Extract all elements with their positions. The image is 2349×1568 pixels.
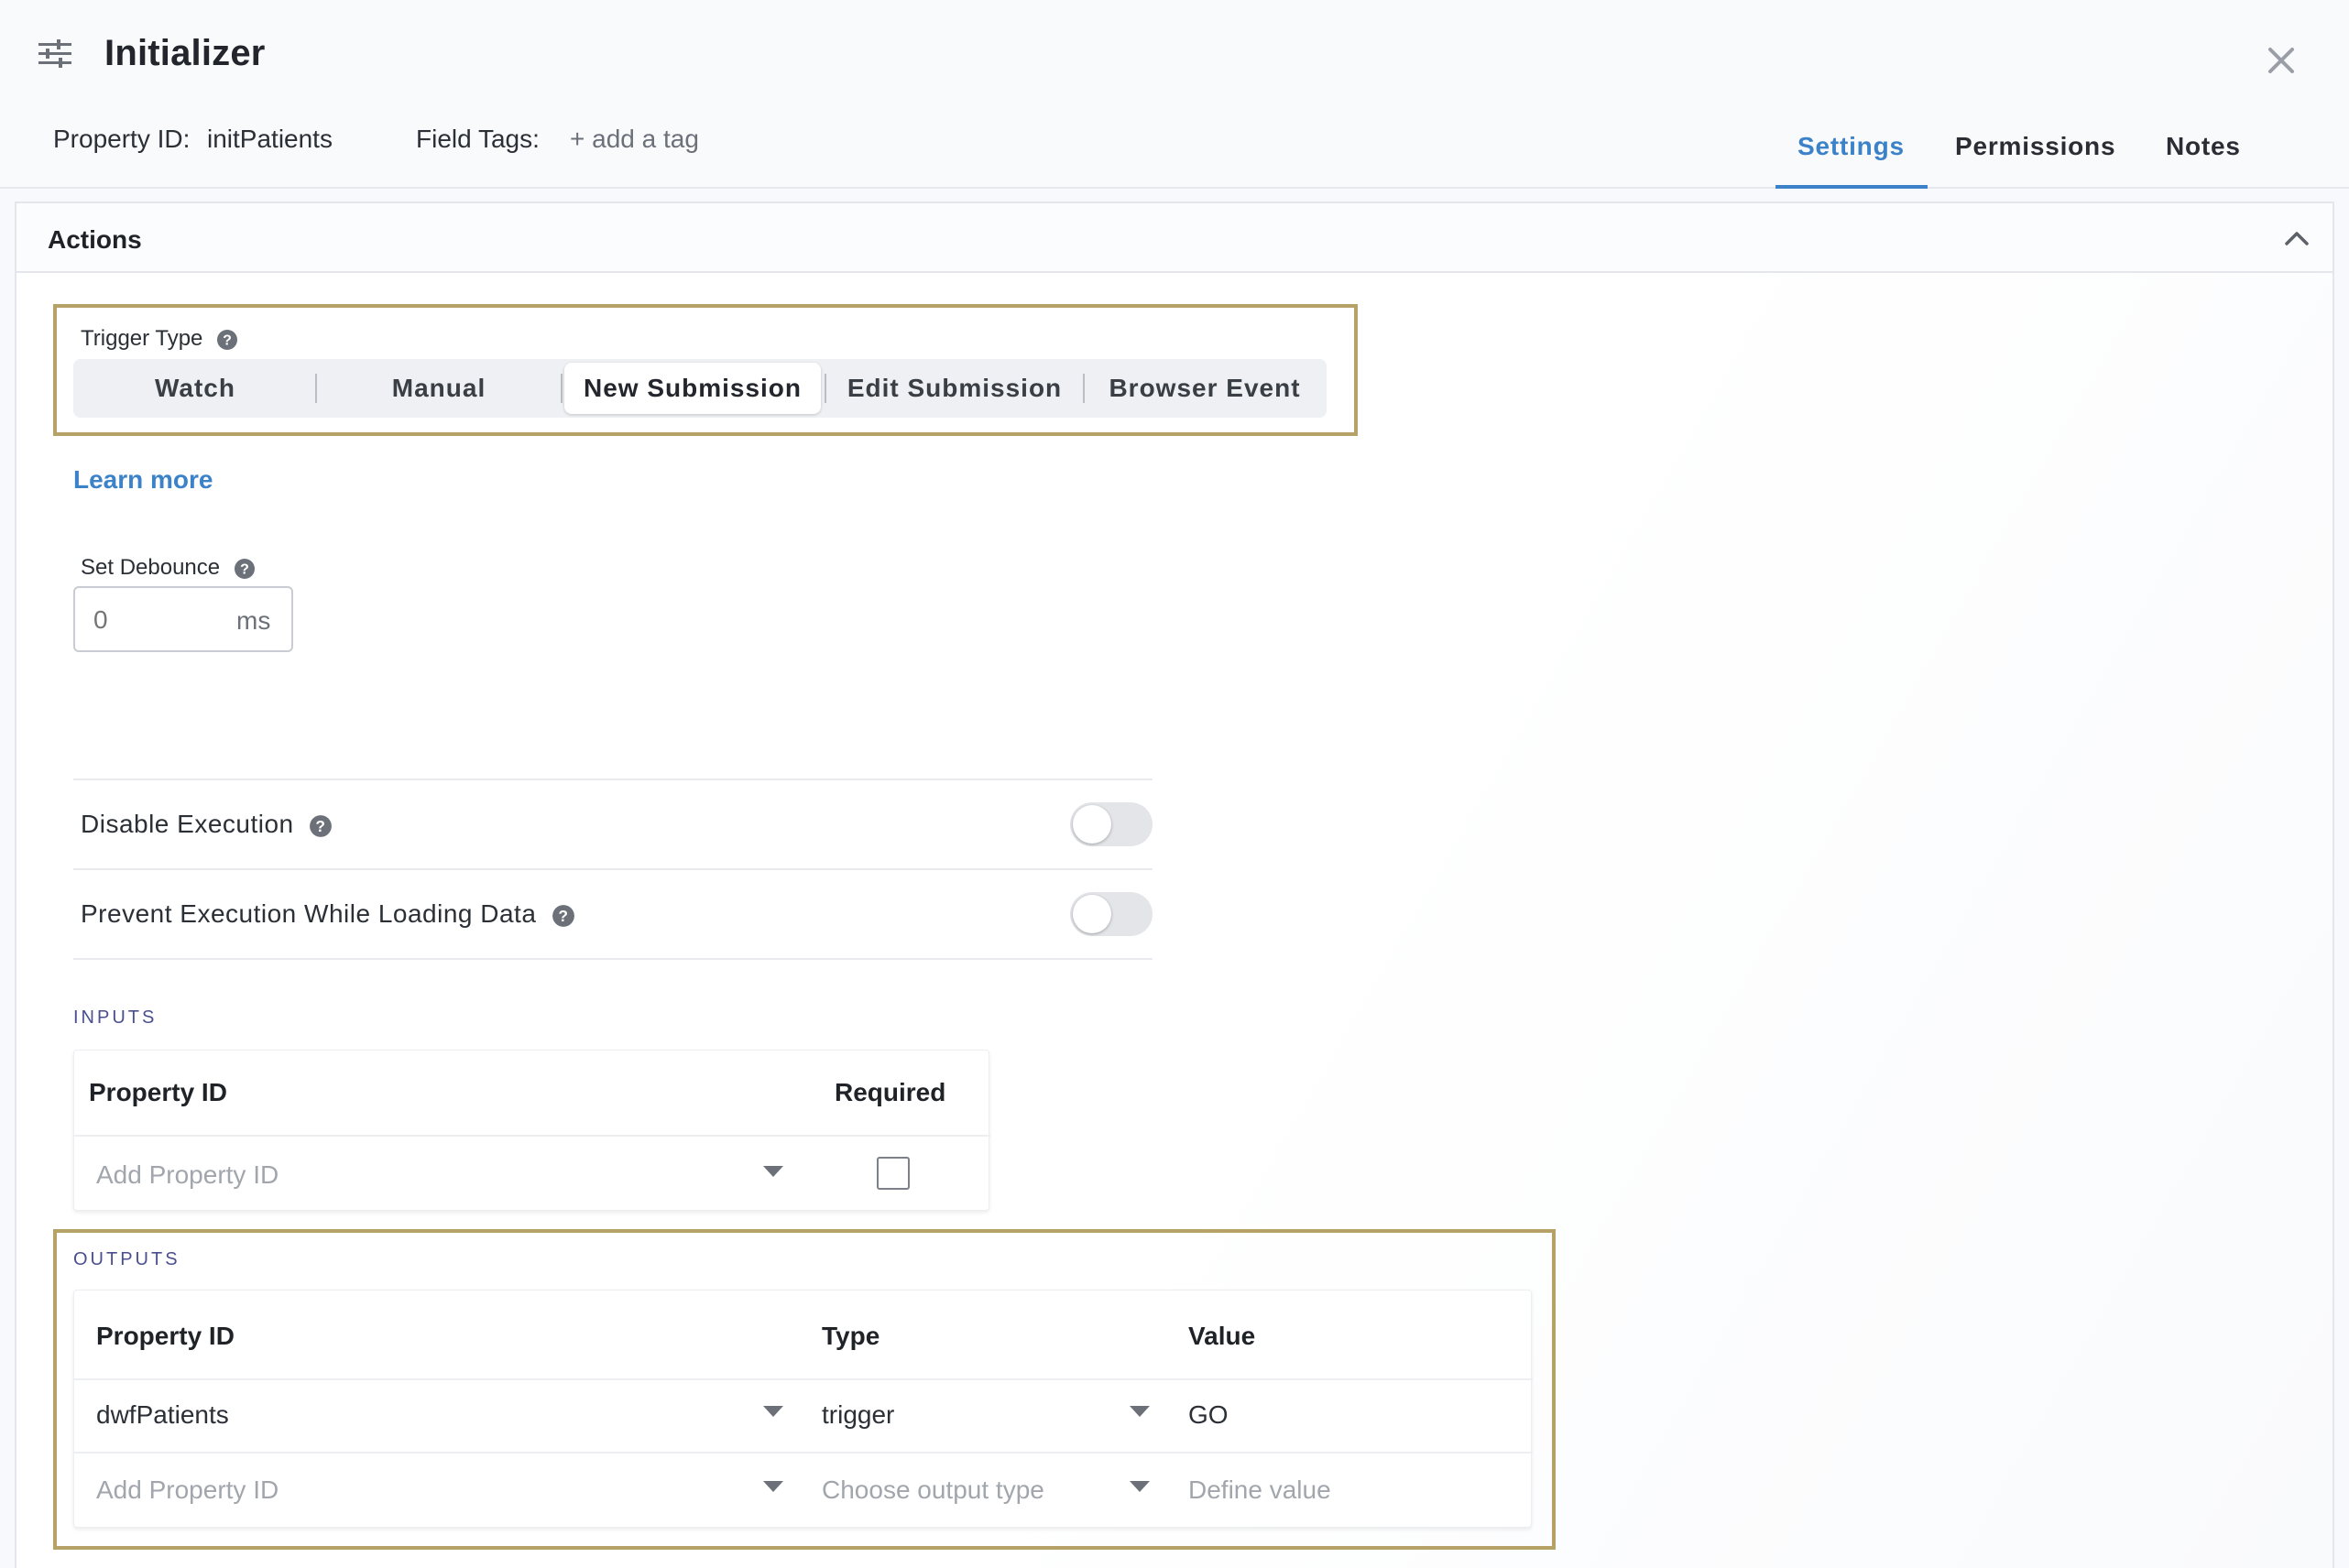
trigger-option-watch[interactable]: Watch: [77, 363, 313, 414]
disable-execution-label: Disable Execution ?: [81, 810, 333, 839]
trigger-option-manual[interactable]: Manual: [319, 363, 559, 414]
output-value-field[interactable]: GO: [1188, 1400, 1229, 1430]
inputs-table: Property ID Required Add Property ID: [73, 1050, 990, 1211]
inputs-col-required: Required: [835, 1078, 946, 1106]
page-title: Initializer: [104, 33, 266, 73]
sliders-menu-icon[interactable]: [37, 38, 73, 70]
outputs-col-type: Type: [822, 1322, 880, 1350]
set-debounce-label: Set Debounce ?: [81, 555, 256, 581]
divider: [73, 868, 1153, 870]
caret-down-icon[interactable]: [763, 1406, 783, 1417]
add-tag-link[interactable]: + add a tag: [570, 125, 699, 154]
help-circle-icon[interactable]: ?: [216, 329, 238, 351]
outputs-section-label: OUTPUTS: [73, 1249, 180, 1269]
divider: [74, 1452, 1533, 1454]
actions-title: Actions: [48, 225, 142, 254]
tab-notes[interactable]: Notes: [2166, 132, 2241, 161]
help-circle-icon[interactable]: ?: [552, 904, 575, 928]
required-checkbox[interactable]: [877, 1157, 910, 1190]
trigger-option-new-submission[interactable]: New Submission: [564, 363, 821, 414]
prevent-execution-toggle[interactable]: [1070, 892, 1153, 936]
learn-more-link[interactable]: Learn more: [73, 465, 213, 495]
trigger-option-browser-event[interactable]: Browser Event: [1087, 363, 1323, 414]
caret-down-icon[interactable]: [763, 1166, 783, 1177]
outputs-col-property-id: Property ID: [96, 1322, 235, 1350]
property-id-value: initPatients: [207, 125, 333, 153]
trigger-option-edit-submission[interactable]: Edit Submission: [828, 363, 1081, 414]
close-icon[interactable]: [2263, 42, 2300, 79]
debounce-input[interactable]: [93, 603, 222, 637]
tab-settings[interactable]: Settings: [1797, 132, 1905, 161]
divider: [74, 1378, 1533, 1380]
divider: [73, 958, 1153, 960]
caret-down-icon[interactable]: [763, 1481, 783, 1492]
divider: [73, 779, 1153, 780]
output-type-select[interactable]: trigger: [822, 1400, 894, 1430]
disable-execution-toggle[interactable]: [1070, 802, 1153, 846]
actions-card-header[interactable]: Actions: [16, 203, 2333, 273]
svg-text:?: ?: [558, 907, 568, 925]
svg-text:?: ?: [315, 817, 325, 835]
segment-divider: [315, 374, 317, 403]
new-output-property-select[interactable]: Add Property ID: [96, 1475, 279, 1505]
outputs-col-value: Value: [1188, 1322, 1256, 1350]
caret-down-icon[interactable]: [1130, 1406, 1150, 1417]
help-circle-icon[interactable]: ?: [234, 558, 256, 580]
property-id-label: Property ID:: [53, 125, 191, 153]
caret-down-icon[interactable]: [1130, 1481, 1150, 1492]
new-output-type-select[interactable]: Choose output type: [822, 1475, 1044, 1505]
inputs-property-select[interactable]: Add Property ID: [96, 1160, 279, 1190]
inputs-section-label: INPUTS: [73, 1007, 158, 1028]
outputs-table: Property ID Type Value dwfPatients trigg…: [73, 1290, 1533, 1528]
tab-permissions[interactable]: Permissions: [1955, 132, 2115, 161]
inputs-col-property-id: Property ID: [89, 1078, 227, 1106]
trigger-type-segmented-control: Watch Manual New Submission Edit Submiss…: [73, 359, 1327, 418]
divider: [74, 1135, 990, 1137]
trigger-type-label: Trigger Type ?: [81, 326, 238, 352]
toggle-knob: [1073, 805, 1111, 844]
debounce-field: ms: [73, 586, 293, 652]
active-tab-indicator: [1775, 185, 1928, 189]
output-property-select[interactable]: dwfPatients: [96, 1400, 229, 1430]
segment-divider: [825, 374, 826, 403]
new-output-value-field[interactable]: Define value: [1188, 1475, 1331, 1505]
segment-divider: [561, 374, 563, 403]
help-circle-icon[interactable]: ?: [309, 814, 333, 838]
debounce-unit: ms: [236, 606, 271, 635]
chevron-up-icon[interactable]: [2281, 223, 2312, 255]
field-tags-label: Field Tags:: [416, 125, 540, 153]
segment-divider: [1083, 374, 1085, 403]
svg-text:?: ?: [240, 561, 249, 577]
panel-header: Initializer Property ID: initPatients Fi…: [0, 0, 2349, 189]
prevent-execution-label: Prevent Execution While Loading Data ?: [81, 899, 575, 929]
svg-text:?: ?: [223, 332, 232, 348]
toggle-knob: [1073, 895, 1111, 933]
